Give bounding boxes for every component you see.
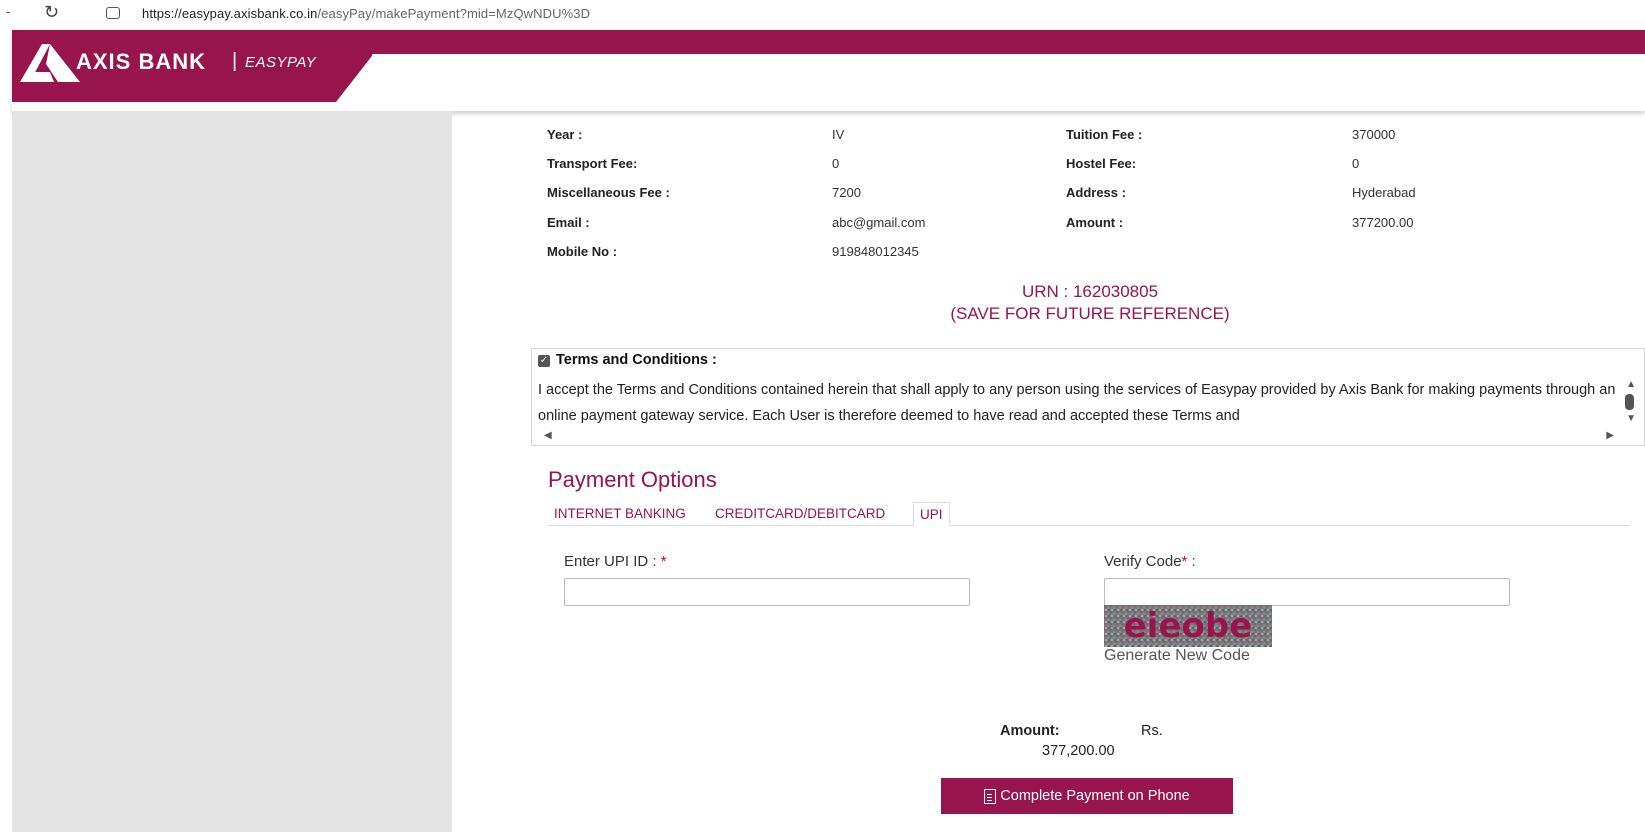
scroll-right-icon[interactable]: ▶ [1606,430,1614,441]
detail-label: Email : [547,215,590,230]
axis-logo-icon [20,44,80,82]
brand-separator: | [232,50,238,72]
detail-value: 370000 [1352,127,1396,142]
detail-value: 919848012345 [832,244,919,259]
complete-payment-label: Complete Payment on Phone [1000,788,1190,804]
terms-checkbox[interactable]: ✓ [538,355,550,367]
brand-name: AXIS BANK [76,49,207,74]
complete-payment-button[interactable]: Complete Payment on Phone [941,778,1233,814]
urn-number: URN : 162030805 [1021,282,1159,301]
verify-code-label: Verify Code* : [1104,553,1196,570]
terms-box: ✓ Terms and Conditions : I accept the Te… [531,348,1645,446]
detail-label: Hostel Fee: [1066,156,1137,171]
tab-credit-debit-card[interactable]: CREDITCARD/DEBITCARD [709,502,891,526]
site-info-icon[interactable] [106,7,120,19]
tab-upi[interactable]: UPI [913,502,950,526]
back-icon[interactable]: ‑ [6,4,10,19]
captcha-image: eieobe [1104,605,1272,647]
generate-new-code-link[interactable]: Generate New Code [1104,647,1250,665]
site-header: AXIS BANK | EASYPAY [12,30,1645,111]
verify-code-input[interactable] [1104,578,1510,606]
detail-value: 0 [1352,156,1360,171]
browser-url-bar: ‑ ↻ https://easypay.axisbank.co.in/easyP… [0,0,1645,28]
detail-value: abc@gmail.com [832,215,926,230]
brand-block[interactable]: AXIS BANK | EASYPAY [12,30,372,102]
scroll-left-icon[interactable]: ◀ [544,430,552,441]
upi-id-input[interactable] [564,578,970,606]
detail-value: Hyderabad [1352,185,1416,200]
amount-value: 377,200.00 [1042,743,1115,759]
urn-notice: URN : 162030805 (SAVE FOR FUTURE REFEREN… [880,281,1300,325]
detail-value: 377200.00 [1352,215,1414,230]
amount-currency: Rs. [1141,723,1163,739]
detail-label: Address : [1066,185,1126,200]
address-field[interactable]: https://easypay.axisbank.co.in/easyPay/m… [142,6,590,21]
detail-label: Transport Fee: [547,156,638,171]
detail-label: Amount : [1066,215,1124,230]
terms-title: Terms and Conditions : [556,352,717,368]
payment-tabs: INTERNET BANKING CREDITCARD/DEBITCARD UP… [548,500,1630,526]
payment-options-title: Payment Options [548,467,717,492]
scroll-up-icon[interactable]: ▲ [1626,379,1636,390]
reload-icon[interactable]: ↻ [44,2,59,23]
tab-internet-banking[interactable]: INTERNET BANKING [548,502,692,526]
left-panel [12,111,452,832]
captcha-text: eieobe [1124,606,1253,646]
detail-label: Mobile No : [547,244,618,259]
detail-label: Miscellaneous Fee : [547,185,670,200]
upi-id-label: Enter UPI ID : * [564,553,667,570]
terms-text: I accept the Terms and Conditions contai… [538,382,1616,424]
detail-value: 7200 [832,185,861,200]
detail-label: Year : [547,127,583,142]
amount-label: Amount: [1000,723,1060,739]
vertical-scrollbar-thumb[interactable] [1625,394,1634,410]
detail-value: 0 [832,156,840,171]
urn-save-note: (SAVE FOR FUTURE REFERENCE) [950,304,1230,323]
detail-value: IV [832,127,845,142]
detail-label: Tuition Fee : [1066,127,1143,142]
brand-subtitle: EASYPAY [245,54,317,71]
scroll-down-icon[interactable]: ▼ [1626,413,1636,424]
document-icon [984,788,997,804]
